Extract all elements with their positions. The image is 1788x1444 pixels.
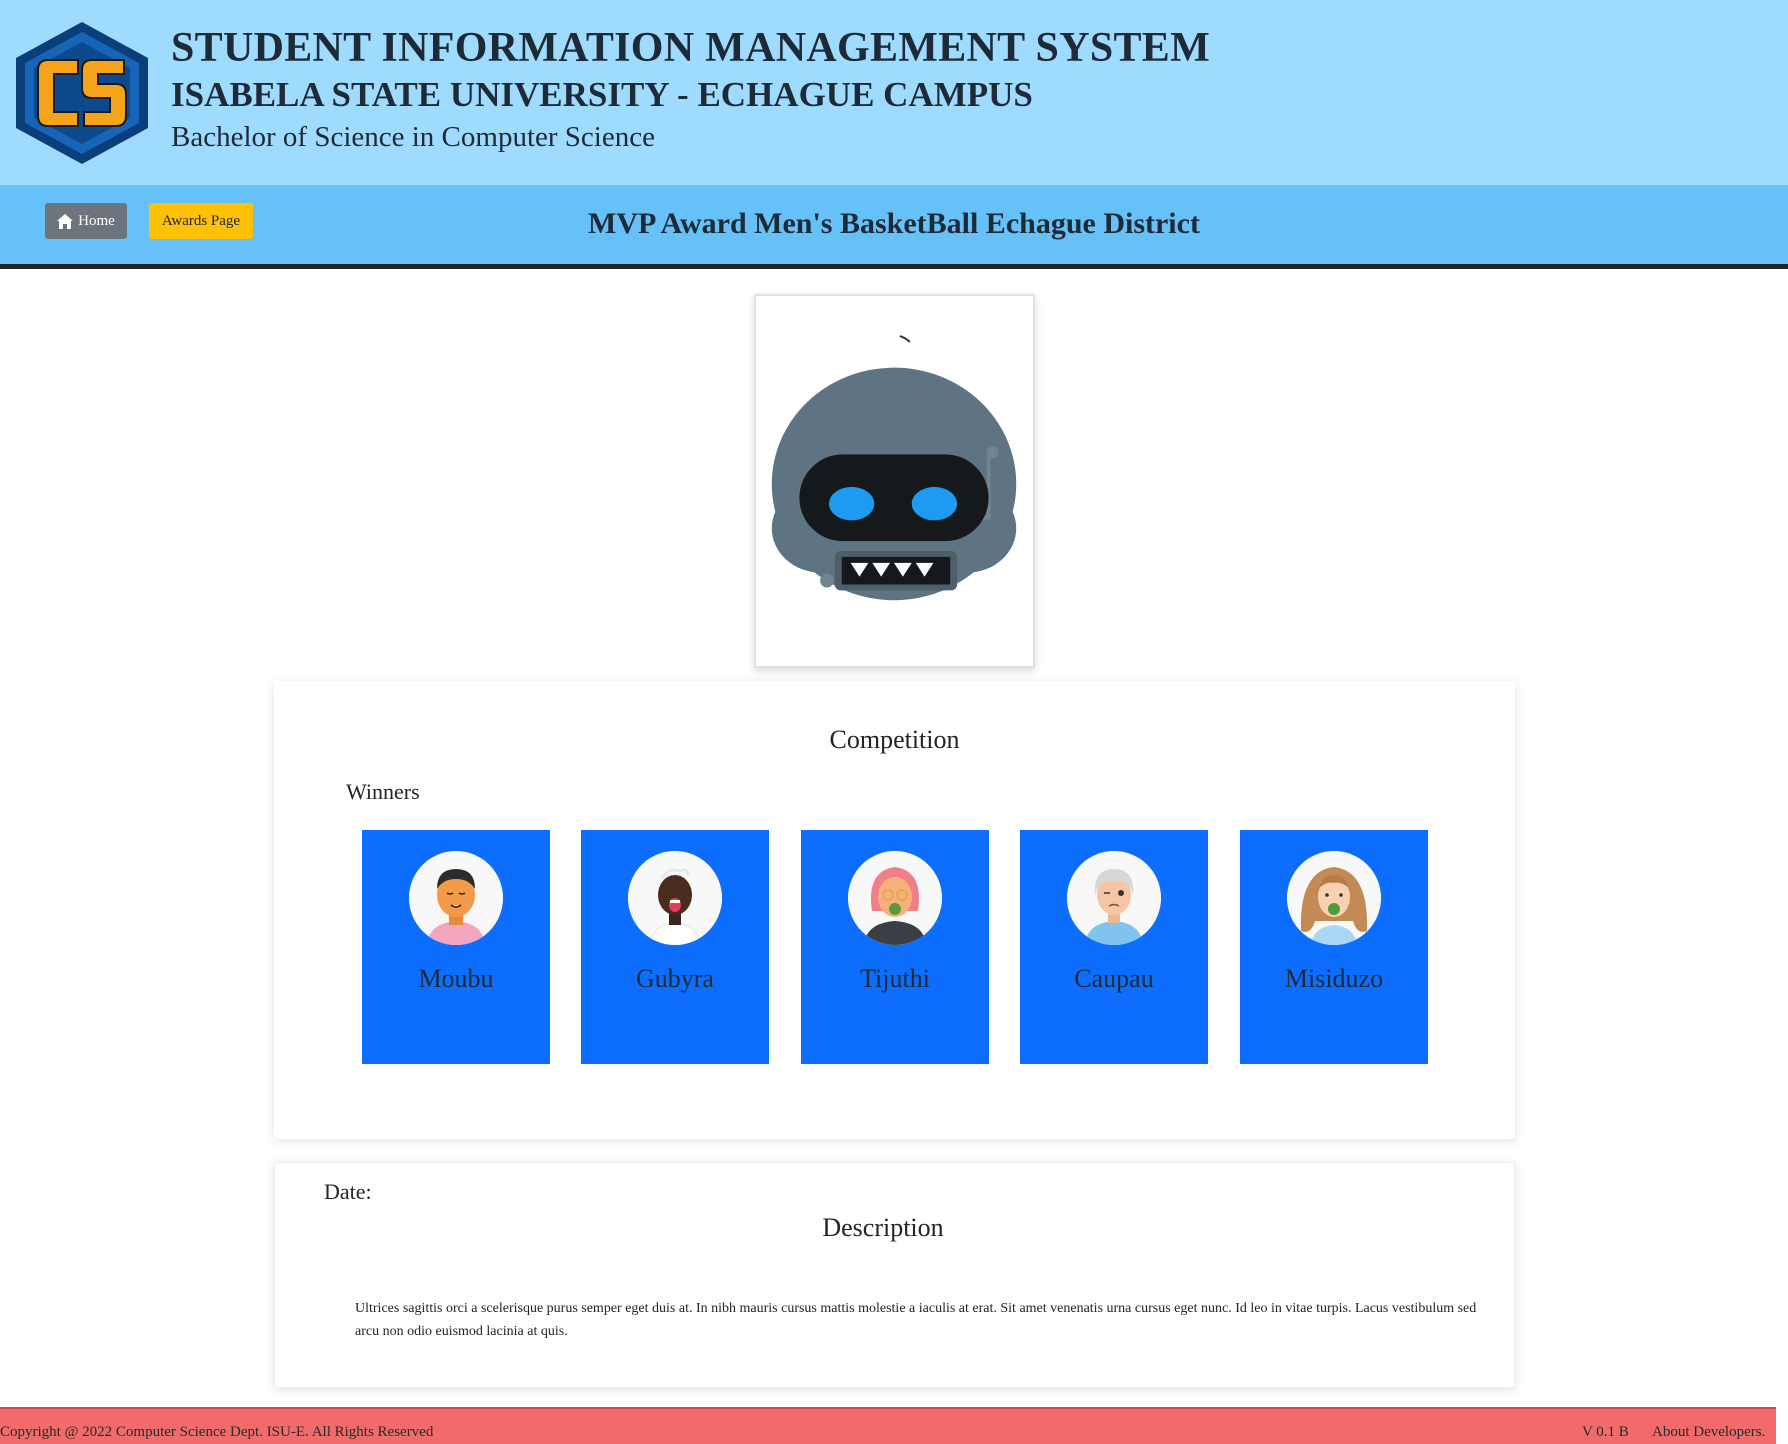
competition-card: Competition Winners Moubu Gubyra Tijuthi… <box>274 681 1515 1139</box>
page-title: MVP Award Men's BasketBall Echague Distr… <box>588 207 1200 240</box>
competition-title: Competition <box>829 725 960 754</box>
dark-skin-avatar-icon <box>628 851 722 945</box>
description-title: Description <box>822 1213 944 1242</box>
system-title: STUDENT INFORMATION MANAGEMENT SYSTEM <box>171 25 1211 71</box>
winners-label: Winners <box>346 779 420 804</box>
winner-card[interactable]: Caupau <box>1020 830 1208 1064</box>
woman-avatar-icon <box>1287 851 1381 945</box>
man-avatar-icon <box>409 851 503 945</box>
winner-name: Caupau <box>1074 964 1154 993</box>
navbar: Home Awards Page MVP Award Men's BasketB… <box>0 185 1788 269</box>
about-developers-link[interactable]: About Developers. <box>1652 1424 1765 1441</box>
site-header: STUDENT INFORMATION MANAGEMENT SYSTEM IS… <box>0 0 1788 185</box>
university-name: ISABELA STATE UNIVERSITY - ECHAGUE CAMPU… <box>171 75 1033 114</box>
program-name: Bachelor of Science in Computer Science <box>171 121 655 153</box>
date-label: Date: <box>324 1179 372 1204</box>
winner-name: Gubyra <box>636 964 714 993</box>
description-card: Date: Description Ultrices sagittis orci… <box>274 1162 1515 1388</box>
description-text: Ultrices sagittis orci a scelerisque pur… <box>355 1301 1477 1339</box>
version-text: V 0.1 B <box>1582 1424 1629 1440</box>
robot-image <box>771 335 1017 601</box>
winner-card[interactable]: Moubu <box>362 830 550 1064</box>
winner-name: Tijuthi <box>860 964 930 993</box>
footer: Copyright @ 2022 Computer Science Dept. … <box>0 1407 1776 1444</box>
winner-card[interactable]: Misiduzo <box>1240 830 1428 1064</box>
winner-name: Misiduzo <box>1284 964 1384 993</box>
elder-avatar-icon <box>1067 851 1161 945</box>
winner-card[interactable]: Tijuthi <box>801 830 989 1064</box>
cs-logo <box>12 20 152 166</box>
pink-hair-avatar-icon <box>848 851 942 945</box>
winner-name: Moubu <box>418 964 494 993</box>
copyright-text: Copyright @ 2022 Computer Science Dept. … <box>0 1424 434 1440</box>
award-image-card <box>754 294 1035 668</box>
winner-card[interactable]: Gubyra <box>581 830 769 1064</box>
